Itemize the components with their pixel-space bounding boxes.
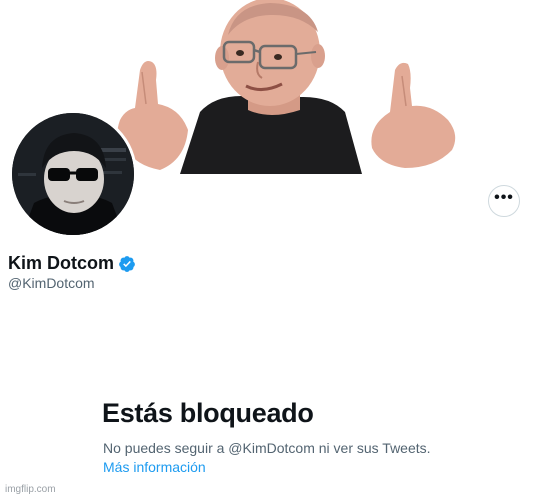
profile-display-name: Kim Dotcom <box>8 253 115 273</box>
verified-badge-icon <box>119 255 135 272</box>
profile-page: ••• Kim Dotcom @KimDotcom Estás bloquead… <box>0 0 547 499</box>
profile-name-row: Kim Dotcom <box>8 253 136 274</box>
blocked-title: Estás bloqueado <box>102 398 314 428</box>
imgflip-watermark: imgflip.com <box>5 484 56 495</box>
blocked-description: No puedes seguir a @KimDotcom ni ver sus… <box>103 440 431 456</box>
more-options-button[interactable]: ••• <box>488 185 520 217</box>
profile-avatar[interactable] <box>9 110 137 238</box>
profile-handle: @KimDotcom <box>8 275 95 291</box>
avatar-image <box>12 113 134 235</box>
more-options-icon: ••• <box>494 189 514 206</box>
more-info-link[interactable]: Más información <box>103 459 206 475</box>
